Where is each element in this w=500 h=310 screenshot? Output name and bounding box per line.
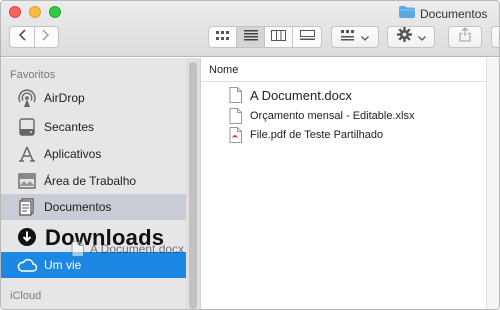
- arrange-button[interactable]: [331, 26, 379, 48]
- sidebar-scrollbar[interactable]: [189, 62, 197, 309]
- dragged-file-name: A Document.docx: [90, 242, 185, 256]
- toolbar-overflow-button[interactable]: [491, 26, 499, 48]
- cloud-icon: [17, 255, 37, 275]
- file-row[interactable]: File.pdf de Teste Partilhado: [202, 125, 486, 145]
- finder-window: Documentos Favoritos AirDrop Secantes Ap…: [0, 0, 500, 310]
- document-icon: [229, 87, 243, 103]
- sidebar: Favoritos AirDrop Secantes Aplicativos Á…: [1, 58, 201, 309]
- folder-icon: [399, 6, 415, 21]
- sidebar-item-documentos[interactable]: Documentos: [1, 194, 186, 220]
- forward-button[interactable]: [35, 27, 59, 47]
- airdrop-icon: [17, 88, 37, 108]
- sidebar-item-label: Documentos: [44, 200, 112, 214]
- sidebar-item-airdrop[interactable]: AirDrop: [1, 85, 186, 111]
- back-button[interactable]: [10, 27, 35, 47]
- dragged-file-ghost: A Document.docx: [71, 241, 184, 257]
- sidebar-section-icloud: iCloud: [10, 290, 42, 302]
- sidebar-item-label: AirDrop: [44, 91, 85, 105]
- file-row[interactable]: A Document.docx: [202, 85, 486, 105]
- column-view-button[interactable]: [265, 27, 293, 47]
- downloads-icon: [17, 227, 37, 247]
- action-button[interactable]: [387, 26, 435, 48]
- gear-icon: [396, 27, 412, 47]
- list-view-icon: [243, 28, 258, 46]
- documents-icon: [17, 197, 37, 217]
- icon-view-icon: [215, 28, 230, 46]
- drive-icon: [17, 117, 37, 137]
- zoom-window-button[interactable]: [49, 6, 61, 18]
- sidebar-item-area-de-trabalho[interactable]: Área de Trabalho: [1, 168, 186, 194]
- navigation-buttons: [9, 26, 59, 48]
- sidebar-item-label: Aplicativos: [44, 147, 102, 161]
- window-title-text: Documentos: [420, 6, 488, 21]
- chevron-down-icon: [361, 28, 369, 46]
- minimize-window-button[interactable]: [29, 6, 41, 18]
- sidebar-item-label: Secantes: [44, 120, 95, 134]
- icon-view-button[interactable]: [209, 27, 237, 47]
- sidebar-item-secantes[interactable]: Secantes: [1, 114, 186, 140]
- toolbar: Documentos: [1, 1, 499, 57]
- document-icon: [71, 241, 84, 257]
- file-name: Orçamento mensal - Editable.xlsx: [250, 110, 415, 122]
- file-row[interactable]: Orçamento mensal - Editable.xlsx: [202, 106, 486, 126]
- applications-icon: [17, 144, 37, 164]
- view-mode-control: [208, 26, 322, 48]
- sidebar-section-favorites: Favoritos: [10, 69, 56, 81]
- desktop-icon: [17, 171, 37, 191]
- chevron-left-icon: [18, 28, 26, 46]
- list-view-button[interactable]: [237, 27, 265, 47]
- sidebar-item-aplicativos[interactable]: Aplicativos: [1, 141, 186, 167]
- column-header-name[interactable]: Nome: [202, 58, 486, 82]
- close-window-button[interactable]: [9, 6, 21, 18]
- column-view-icon: [271, 28, 286, 46]
- file-list: Nome A Document.docx Orçamento mensal - …: [202, 58, 499, 309]
- window-title: Documentos: [399, 6, 487, 21]
- file-name: A Document.docx: [250, 87, 352, 103]
- cover-flow-icon: [299, 28, 315, 46]
- document-icon: [229, 108, 243, 124]
- share-button[interactable]: [448, 26, 482, 48]
- arrange-icon: [341, 28, 355, 46]
- cover-flow-button[interactable]: [293, 27, 321, 47]
- sidebar-item-label: Um vie: [44, 258, 82, 272]
- pdf-icon: [229, 127, 243, 143]
- content-scrollbar[interactable]: [486, 58, 499, 309]
- share-icon: [459, 27, 471, 47]
- sidebar-item-label: Área de Trabalho: [44, 174, 137, 188]
- chevron-down-icon: [417, 28, 426, 46]
- file-name: File.pdf de Teste Partilhado: [250, 129, 384, 141]
- chevron-right-icon: [42, 28, 50, 46]
